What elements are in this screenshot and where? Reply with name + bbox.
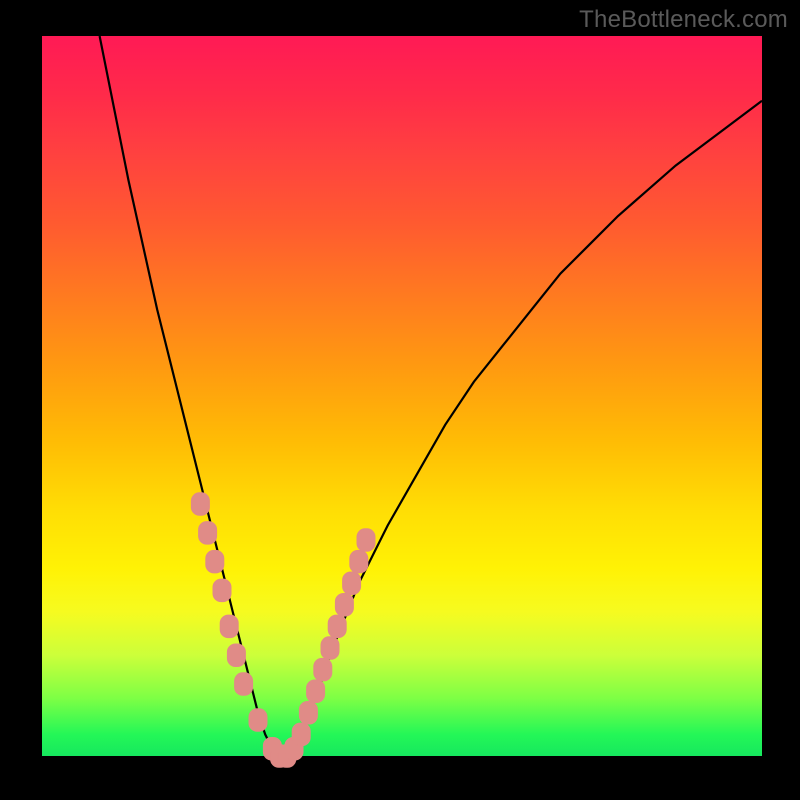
sample-marker [328,615,346,638]
sample-marker [292,723,310,746]
sample-marker [314,658,332,681]
sample-marker [343,572,361,595]
sample-marker [350,550,368,573]
watermark-text: TheBottleneck.com [579,6,788,34]
sample-marker [299,702,317,725]
sample-marker [357,529,375,552]
sample-marker [227,644,245,667]
sample-marker [220,615,238,638]
chart-root: TheBottleneck.com [0,0,800,800]
chart-svg [42,36,762,756]
sample-marker [321,637,339,660]
sample-marker [249,709,267,732]
sample-marker [191,493,209,516]
plot-area [42,36,762,756]
bottleneck-curve [100,36,762,756]
sample-marker [335,594,353,617]
sample-marker [235,673,253,696]
sample-marker [206,550,224,573]
sample-markers [191,493,375,768]
sample-marker [199,522,217,545]
sample-marker [307,680,325,703]
sample-marker [213,579,231,602]
